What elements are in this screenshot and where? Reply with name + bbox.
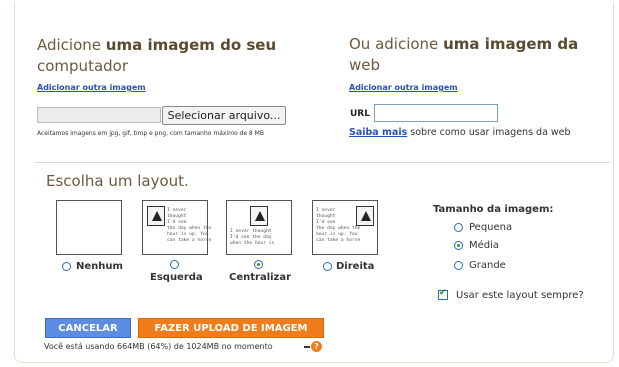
upload-image-button[interactable]: FAZER UPLOAD DE IMAGEM — [138, 318, 324, 338]
always-use-layout-label: Usar este layout sempre? — [456, 290, 584, 301]
usage-dash — [304, 346, 310, 348]
url-label: URL — [350, 109, 370, 119]
computer-title-prefix: Adicione — [37, 36, 106, 54]
section-divider — [34, 162, 610, 163]
layout-label-left: Esquerda — [150, 272, 203, 283]
web-help-text: Saiba mais sobre como usar imagens da we… — [349, 127, 571, 138]
computer-title-line2: computador — [37, 57, 129, 75]
file-path-field[interactable] — [37, 107, 161, 123]
computer-section-title: Adicione uma imagem do seu computador — [37, 35, 276, 77]
size-label-small: Pequena — [469, 222, 513, 233]
sample-text: I never thought I'd see the day when the… — [230, 229, 275, 246]
layout-thumb-right[interactable]: I never thought I'd see the day when the… — [312, 200, 378, 255]
web-section-title: Ou adicione uma imagem da web — [349, 34, 578, 76]
computer-title-bold: uma imagem do seu — [105, 36, 277, 54]
accepted-formats-note: Aceitamos imagens em jpg, gif, bmp e png… — [37, 130, 264, 137]
tree-image-icon — [250, 206, 268, 226]
layout-label-right: Direita — [336, 261, 375, 272]
layout-thumb-center[interactable]: I never thought I'd see the day when the… — [226, 200, 292, 255]
tree-image-icon — [147, 206, 165, 226]
always-use-layout-checkbox[interactable] — [438, 288, 448, 300]
learn-more-link[interactable]: Saiba mais — [349, 127, 407, 138]
layout-radio-center[interactable] — [254, 260, 263, 269]
layout-radio-left[interactable] — [170, 260, 179, 269]
storage-usage-text: Você está usando 664MB (64%) de 1024MB n… — [44, 342, 273, 351]
image-size-title: Tamanho da imagem: — [433, 204, 554, 215]
layout-title: Escolha um layout. — [46, 172, 189, 190]
sample-text: I never thought I'd see the day when the… — [167, 208, 212, 243]
web-add-another-link[interactable]: Adicionar outra imagem — [349, 83, 458, 92]
choose-file-button[interactable]: Selecionar arquivo... — [162, 106, 286, 125]
layout-label-center: Centralizar — [229, 272, 292, 283]
layout-thumb-left[interactable]: I never thought I'd see the day when the… — [142, 200, 212, 255]
size-radio-medium[interactable] — [454, 241, 463, 250]
size-label-medium: Média — [469, 240, 500, 251]
web-title-line2: web — [349, 56, 381, 74]
layout-radio-right[interactable] — [323, 262, 332, 271]
size-radio-large[interactable] — [454, 261, 463, 270]
web-title-bold: uma imagem da — [443, 35, 579, 53]
size-label-large: Grande — [469, 260, 506, 271]
web-title-prefix: Ou adicione — [349, 35, 444, 53]
computer-add-another-link[interactable]: Adicionar outra imagem — [37, 83, 146, 92]
layout-thumb-none[interactable] — [56, 200, 122, 255]
help-icon[interactable]: ? — [311, 341, 322, 352]
sample-text: I never thought I'd see the day when the… — [316, 208, 361, 243]
learn-more-rest: sobre como usar imagens da web — [407, 127, 571, 138]
size-radio-small[interactable] — [454, 223, 463, 232]
layout-label-none: Nenhum — [76, 261, 123, 272]
url-input[interactable] — [374, 104, 498, 122]
cancel-button[interactable]: CANCELAR — [45, 318, 131, 338]
layout-radio-none[interactable] — [62, 262, 71, 271]
